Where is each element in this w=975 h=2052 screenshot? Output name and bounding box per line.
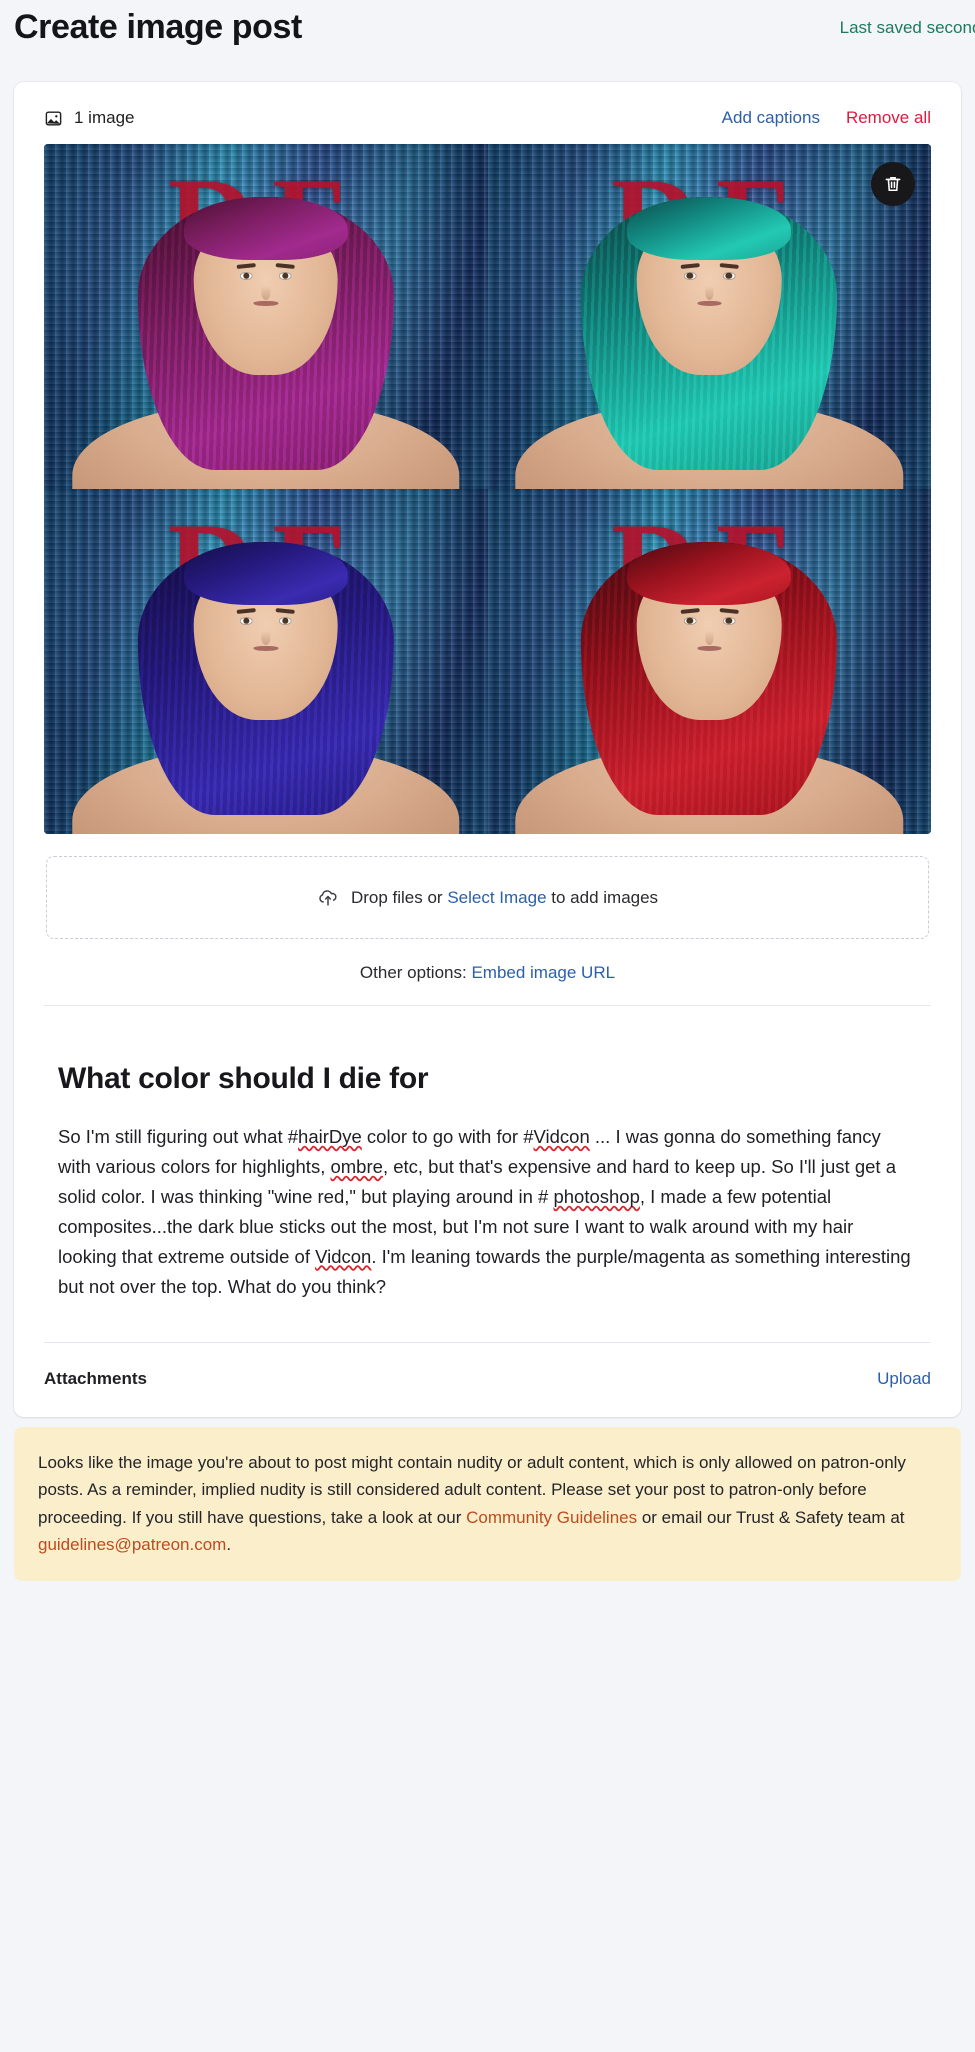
nose [704, 285, 714, 301]
eye-left [683, 271, 697, 280]
eyebrow-right [719, 607, 739, 614]
embed-image-url-link[interactable]: Embed image URL [471, 963, 615, 982]
nose [261, 630, 271, 646]
pupil-right [725, 272, 733, 279]
last-saved-status: Last saved seconds ago [839, 18, 975, 37]
file-dropzone[interactable]: Drop files or Select Image to add images [46, 856, 929, 939]
eyebrow-left [236, 607, 256, 614]
nose [704, 630, 714, 646]
eyebrow-right [275, 262, 295, 269]
media-toolbar: 1 image Add captions Remove all [44, 108, 931, 128]
page-header: Create image post Last saved seconds ago [0, 0, 975, 82]
mouth [253, 645, 279, 651]
eye-left [239, 616, 253, 625]
add-captions-button[interactable]: Add captions [722, 108, 820, 128]
pupil-right [725, 617, 733, 624]
other-options-label: Other options: [359, 963, 472, 982]
adult-content-warning: Looks like the image you're about to pos… [14, 1426, 961, 1581]
remove-all-button[interactable]: Remove all [846, 108, 931, 128]
eye-right [722, 271, 736, 280]
portrait [72, 172, 460, 489]
spellcheck-word: hairDye [298, 1126, 362, 1147]
pupil-left [686, 272, 694, 279]
pupil-left [686, 617, 694, 624]
eyebrow-right [275, 607, 295, 614]
pupil-left [242, 617, 250, 624]
media-divider [44, 1005, 931, 1006]
attachments-label: Attachments [44, 1368, 147, 1388]
post-body-section: What color should I die for So I'm still… [14, 1028, 961, 1306]
post-text-run: So I'm still figuring out what # [58, 1126, 299, 1147]
portrait [72, 517, 460, 834]
media-section: 1 image Add captions Remove all DF [14, 82, 961, 1028]
notice-text: or email our Trust & Safety team at [637, 1507, 905, 1527]
dropzone-prefix: Drop files or [350, 887, 448, 907]
spellcheck-word: ombre [330, 1155, 383, 1177]
eye-right [278, 271, 292, 280]
eyebrow-left [680, 607, 700, 614]
dropzone-suffix: to add images [546, 887, 659, 907]
select-image-link[interactable]: Select Image [447, 888, 546, 907]
media-action-links: Add captions Remove all [722, 108, 931, 128]
post-title-input[interactable]: What color should I die for [58, 1062, 917, 1096]
portrait [515, 517, 903, 834]
hair-fringe [183, 542, 348, 606]
eye-right [278, 616, 292, 625]
image-quadrant-teal: DF [487, 144, 931, 489]
mouth [696, 645, 722, 651]
pupil-right [281, 617, 289, 624]
hair-fringe [627, 197, 792, 261]
delete-image-button[interactable] [871, 162, 915, 206]
image-quadrant-red: DF [487, 489, 931, 834]
post-text-run: color to go with for # [361, 1126, 534, 1147]
image-preview-grid: DF [44, 144, 931, 834]
eyebrow-left [236, 262, 256, 269]
trash-icon [883, 174, 903, 194]
spellcheck-word: Vidcon [315, 1245, 372, 1267]
image-quadrant-dark-blue: DF [44, 489, 488, 834]
eye-right [722, 616, 736, 625]
hair-fringe [183, 197, 348, 261]
notice-text: . [226, 1535, 232, 1555]
image-count-label: 1 image [74, 108, 135, 127]
image-quadrant-purple: DF [44, 144, 488, 489]
spellcheck-word: photoshop [553, 1185, 640, 1207]
eyebrow-right [719, 262, 739, 269]
spellcheck-word: Vidcon [533, 1126, 590, 1147]
cloud-upload-icon [317, 887, 339, 909]
dropzone-text: Drop files or Select Image to add images [351, 888, 658, 908]
upload-attachment-button[interactable]: Upload [877, 1369, 931, 1389]
eye-left [239, 271, 253, 280]
notice-link[interactable]: Community Guidelines [466, 1508, 637, 1527]
page-title: Create image post [14, 8, 302, 46]
post-editor-card: 1 image Add captions Remove all DF [14, 82, 961, 1417]
notice-link[interactable]: guidelines@patreon.com [38, 1535, 226, 1554]
hair-fringe [627, 542, 792, 606]
nose [261, 285, 271, 301]
attachments-section: Attachments Upload [14, 1343, 961, 1417]
pupil-left [242, 272, 250, 279]
eye-left [683, 616, 697, 625]
post-text-editor[interactable]: So I'm still figuring out what #hairDye … [58, 1122, 917, 1302]
mouth [253, 300, 279, 306]
image-count: 1 image [44, 108, 134, 128]
eyebrow-left [680, 262, 700, 269]
mouth [696, 300, 722, 306]
pupil-right [281, 272, 289, 279]
other-options-row: Other options: Embed image URL [44, 963, 931, 983]
image-icon [44, 109, 63, 128]
image-preview[interactable]: DF [44, 144, 931, 834]
portrait [515, 172, 903, 489]
